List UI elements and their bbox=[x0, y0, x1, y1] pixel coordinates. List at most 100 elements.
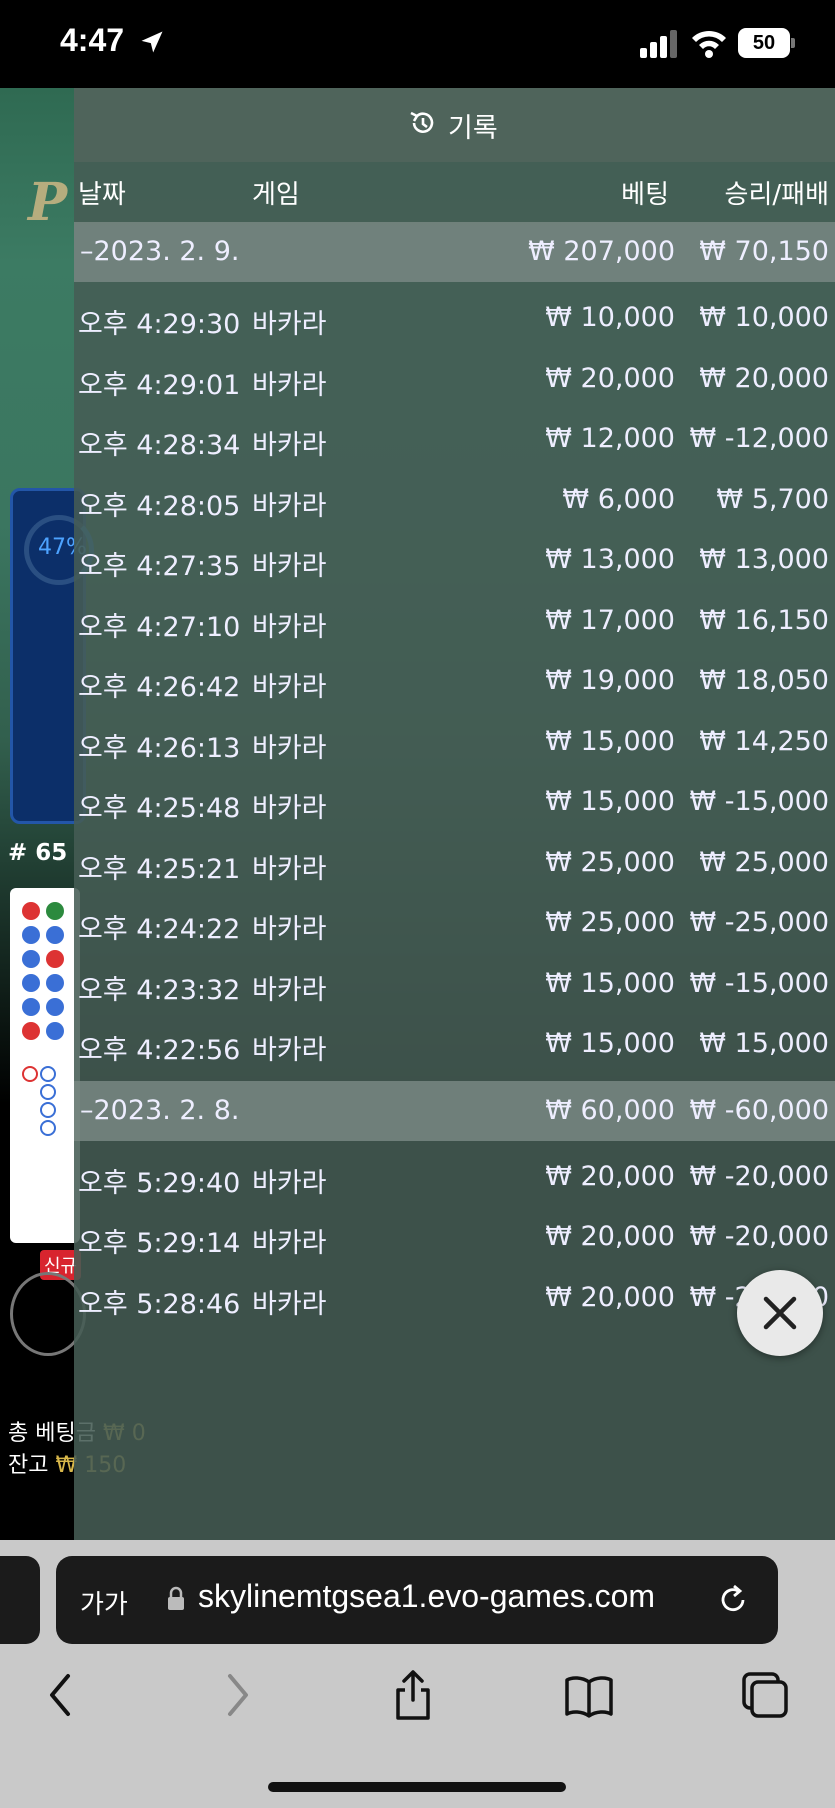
status-time: 4:47 bbox=[60, 22, 125, 58]
history-row[interactable]: 오후 5:29:40 바카라 ₩ 20,000 ₩ -20,000 bbox=[74, 1147, 835, 1207]
book-icon[interactable] bbox=[564, 1668, 614, 1722]
history-row[interactable]: 오후 4:25:48 바카라 ₩ 15,000 ₩ -15,000 bbox=[74, 772, 835, 832]
history-panel: 기록 날짜 게임 베팅 승리/패배 –2023. 2. 9. ₩ 207,000… bbox=[74, 88, 835, 1540]
road-ring bbox=[40, 1066, 56, 1082]
address-bar[interactable]: 가가 skylinemtgsea1.evo-games.com bbox=[56, 1556, 778, 1644]
road-dot bbox=[22, 926, 40, 944]
history-row[interactable]: 오후 4:26:13 바카라 ₩ 15,000 ₩ 14,250 bbox=[74, 712, 835, 772]
row-result: ₩ 16,150 bbox=[699, 605, 829, 636]
row-bet: ₩ 13,000 bbox=[545, 544, 675, 575]
row-bet: ₩ 20,000 bbox=[545, 363, 675, 394]
road-ring bbox=[40, 1084, 56, 1100]
history-row[interactable]: 오후 4:29:01 바카라 ₩ 20,000 ₩ 20,000 bbox=[74, 349, 835, 409]
history-title: 기록 bbox=[448, 113, 498, 144]
row-time: 오후 4:26:13 bbox=[78, 733, 241, 764]
row-result: ₩ -25,000 bbox=[689, 907, 830, 938]
row-result: ₩ -15,000 bbox=[689, 968, 830, 999]
row-result: ₩ 18,050 bbox=[699, 665, 829, 696]
row-bet: ₩ 25,000 bbox=[545, 847, 675, 878]
previous-tab-preview[interactable] bbox=[0, 1556, 40, 1644]
row-game: 바카라 bbox=[252, 672, 327, 703]
history-icon bbox=[410, 111, 434, 133]
history-row[interactable]: 오후 4:29:30 바카라 ₩ 10,000 ₩ 10,000 bbox=[74, 288, 835, 348]
chevron-left-icon[interactable] bbox=[36, 1668, 86, 1722]
row-game: 바카라 bbox=[252, 793, 327, 824]
road-ring bbox=[40, 1102, 56, 1118]
row-time: 오후 4:25:21 bbox=[78, 854, 241, 885]
text-size-button[interactable]: 가가 bbox=[80, 1584, 128, 1621]
row-bet: ₩ 20,000 bbox=[545, 1221, 675, 1252]
row-result: ₩ 15,000 bbox=[699, 1028, 829, 1059]
history-row[interactable]: 오후 5:29:14 바카라 ₩ 20,000 ₩ -20,000 bbox=[74, 1207, 835, 1267]
row-game: 바카라 bbox=[252, 309, 327, 340]
history-row[interactable]: 오후 4:27:10 바카라 ₩ 17,000 ₩ 16,150 bbox=[74, 591, 835, 651]
date-group-row[interactable]: –2023. 2. 8. ₩ 60,000 ₩ -60,000 bbox=[74, 1081, 835, 1141]
row-bet: ₩ 15,000 bbox=[545, 726, 675, 757]
row-game: 바카라 bbox=[252, 1228, 327, 1259]
close-button[interactable] bbox=[737, 1270, 823, 1356]
row-game: 바카라 bbox=[252, 1168, 327, 1199]
row-game: 바카라 bbox=[252, 854, 327, 885]
group-total-bet: ₩ 60,000 bbox=[545, 1095, 675, 1126]
row-bet: ₩ 10,000 bbox=[545, 302, 675, 333]
group-date: –2023. 2. 8. bbox=[80, 1095, 240, 1126]
road-dot bbox=[46, 1022, 64, 1040]
history-row[interactable]: 오후 4:26:42 바카라 ₩ 19,000 ₩ 18,050 bbox=[74, 651, 835, 711]
battery-indicator: 50 bbox=[738, 28, 790, 58]
row-game: 바카라 bbox=[252, 370, 327, 401]
row-result: ₩ 20,000 bbox=[699, 363, 829, 394]
row-time: 오후 4:29:30 bbox=[78, 309, 241, 340]
history-row[interactable]: 오후 4:28:05 바카라 ₩ 6,000 ₩ 5,700 bbox=[74, 470, 835, 530]
group-total-result: ₩ 70,150 bbox=[699, 236, 829, 267]
history-row[interactable]: 오후 4:23:32 바카라 ₩ 15,000 ₩ -15,000 bbox=[74, 954, 835, 1014]
group-total-result: ₩ -60,000 bbox=[689, 1095, 830, 1126]
tabs-icon[interactable] bbox=[740, 1668, 790, 1722]
row-result: ₩ -12,000 bbox=[689, 423, 830, 454]
chevron-right-icon[interactable] bbox=[212, 1668, 262, 1722]
column-header-date: 날짜 bbox=[78, 180, 126, 210]
date-group-row[interactable]: –2023. 2. 9. ₩ 207,000 ₩ 70,150 bbox=[74, 222, 835, 282]
row-bet: ₩ 15,000 bbox=[545, 786, 675, 817]
wifi-icon bbox=[692, 30, 726, 58]
row-game: 바카라 bbox=[252, 914, 327, 945]
row-time: 오후 5:29:14 bbox=[78, 1228, 241, 1259]
history-row[interactable]: 오후 4:28:34 바카라 ₩ 12,000 ₩ -12,000 bbox=[74, 409, 835, 469]
road-dot bbox=[22, 902, 40, 920]
history-row[interactable]: 오후 5:28:46 바카라 ₩ 20,000 ₩ -20,000 bbox=[74, 1268, 835, 1328]
cellular-signal-icon bbox=[640, 30, 677, 58]
row-bet: ₩ 17,000 bbox=[545, 605, 675, 636]
row-time: 오후 5:28:46 bbox=[78, 1289, 241, 1320]
status-bar: 4:47 50 bbox=[0, 0, 835, 88]
row-game: 바카라 bbox=[252, 1035, 327, 1066]
row-result: ₩ 5,700 bbox=[716, 484, 829, 515]
home-indicator bbox=[268, 1782, 566, 1792]
balance-label: 잔고 bbox=[8, 1453, 49, 1478]
row-bet: ₩ 20,000 bbox=[545, 1161, 675, 1192]
road-dot bbox=[46, 902, 64, 920]
column-header-result: 승리/패배 bbox=[724, 180, 829, 210]
row-time: 오후 4:28:34 bbox=[78, 430, 241, 461]
row-result: ₩ 10,000 bbox=[699, 302, 829, 333]
row-game: 바카라 bbox=[252, 491, 327, 522]
row-game: 바카라 bbox=[252, 733, 327, 764]
row-result: ₩ -20,000 bbox=[689, 1221, 830, 1252]
lock-icon bbox=[168, 1586, 184, 1610]
history-row[interactable]: 오후 4:24:22 바카라 ₩ 25,000 ₩ -25,000 bbox=[74, 893, 835, 953]
road-dot bbox=[22, 1022, 40, 1040]
history-row[interactable]: 오후 4:22:56 바카라 ₩ 15,000 ₩ 15,000 bbox=[74, 1014, 835, 1074]
column-header-bet: 베팅 bbox=[621, 180, 669, 210]
row-time: 오후 4:26:42 bbox=[78, 672, 241, 703]
road-ring bbox=[40, 1120, 56, 1136]
reload-icon[interactable] bbox=[716, 1582, 750, 1618]
row-result: ₩ -15,000 bbox=[689, 786, 830, 817]
row-time: 오후 4:22:56 bbox=[78, 1035, 241, 1066]
share-icon[interactable] bbox=[388, 1668, 438, 1722]
road-dot bbox=[22, 974, 40, 992]
history-row[interactable]: 오후 4:27:35 바카라 ₩ 13,000 ₩ 13,000 bbox=[74, 530, 835, 590]
location-arrow-icon bbox=[141, 31, 163, 53]
history-row[interactable]: 오후 4:25:21 바카라 ₩ 25,000 ₩ 25,000 bbox=[74, 833, 835, 893]
row-bet: ₩ 19,000 bbox=[545, 665, 675, 696]
road-dot bbox=[22, 998, 40, 1016]
row-time: 오후 4:23:32 bbox=[78, 975, 241, 1006]
url-text[interactable]: skylinemtgsea1.evo-games.com bbox=[198, 1578, 655, 1615]
